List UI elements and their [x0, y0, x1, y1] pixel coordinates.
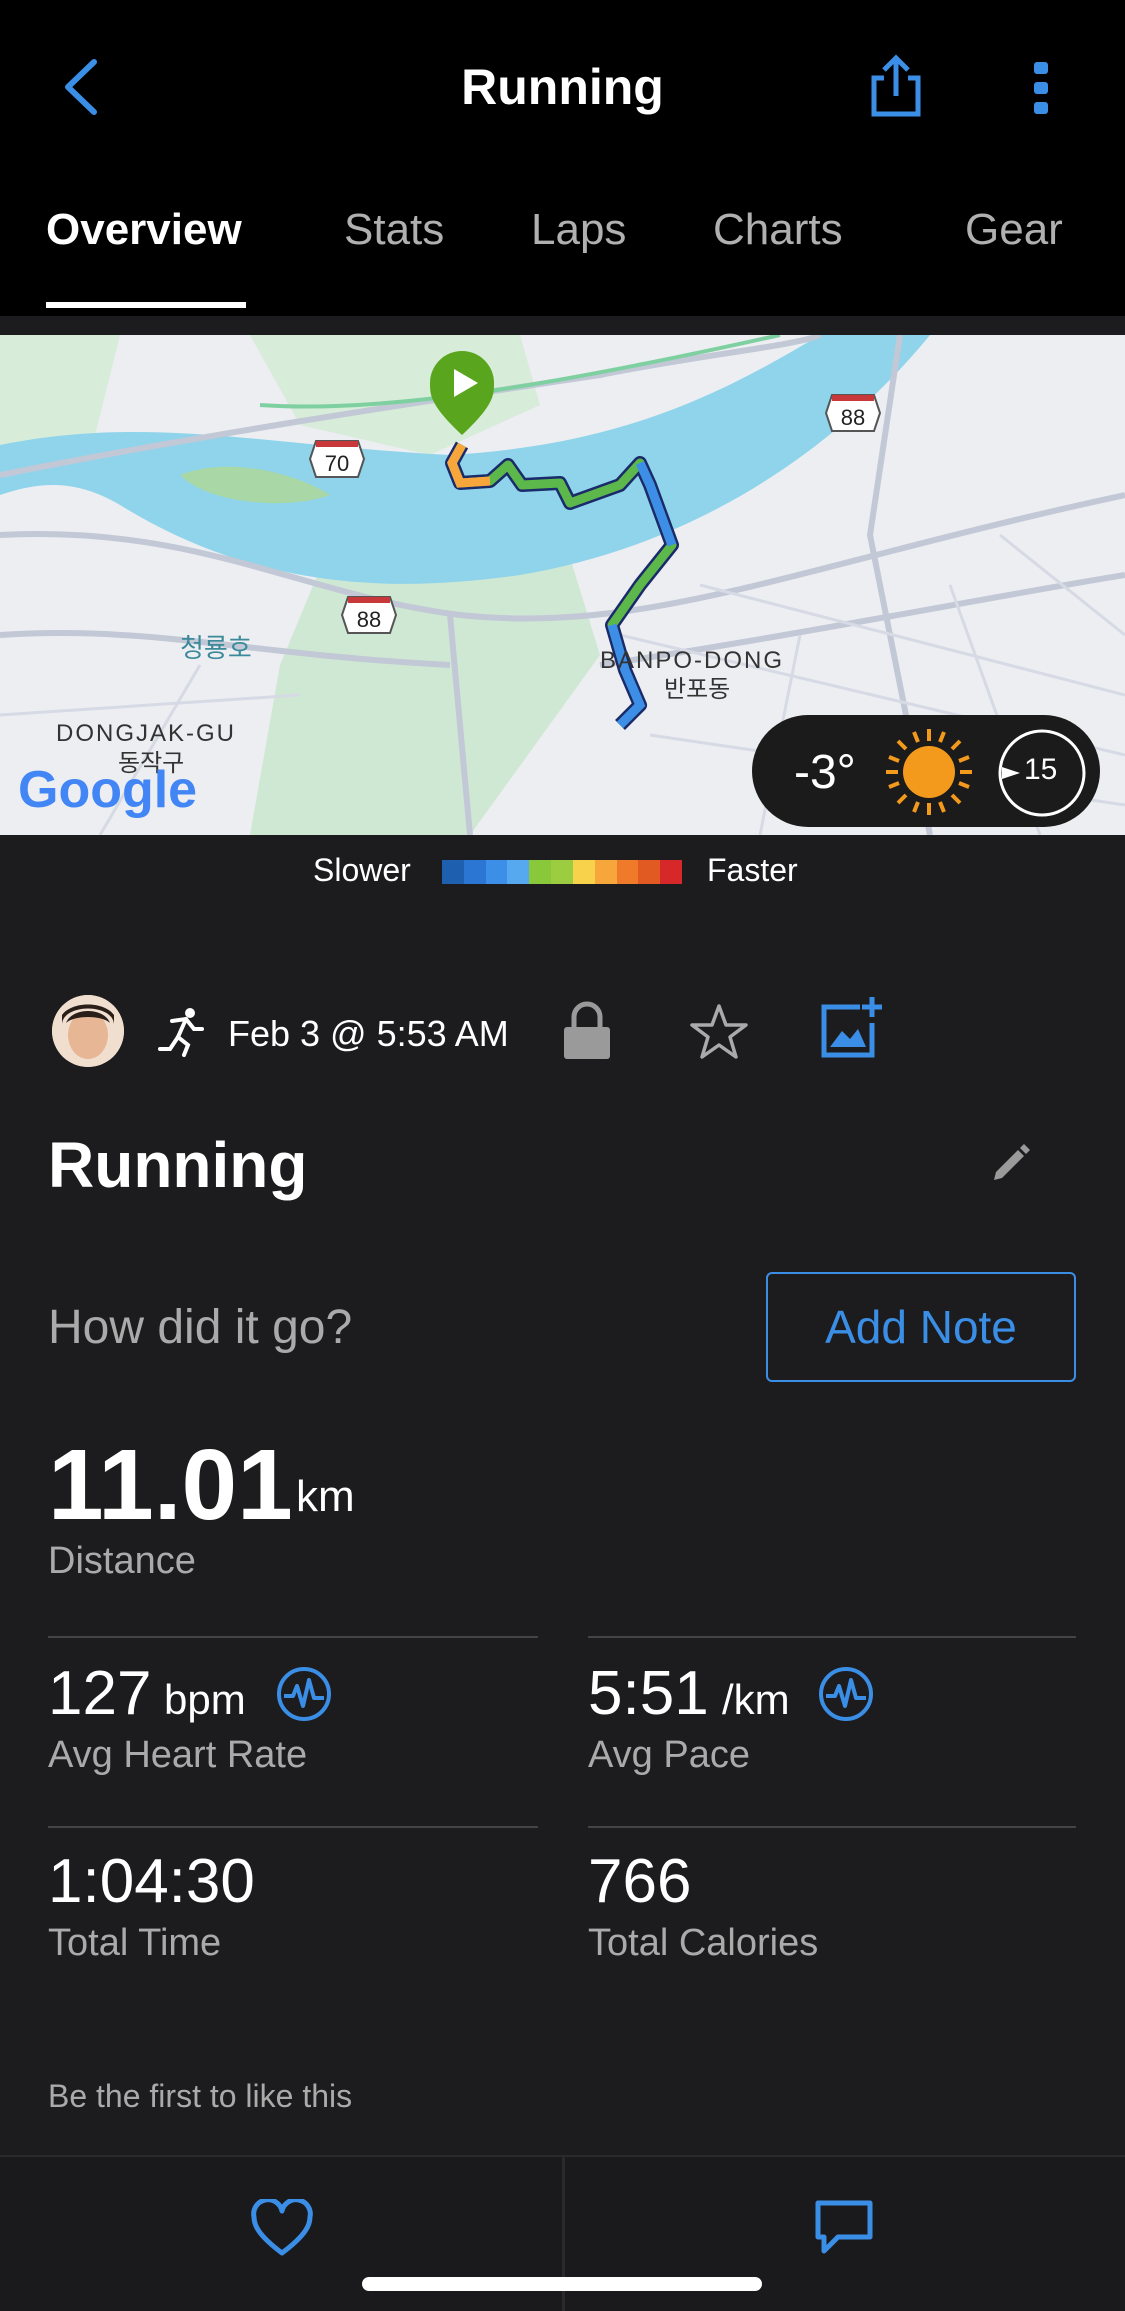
tab-laps[interactable]: Laps	[531, 205, 626, 255]
pace-value: 5:51	[588, 1659, 709, 1728]
sun-icon	[886, 729, 972, 815]
add-photo-icon[interactable]	[820, 995, 886, 1061]
legend-color-swatch	[594, 860, 617, 884]
header-bar: Running Overview Stats Laps Charts Gear	[0, 0, 1125, 316]
pace-unit: /km	[722, 1676, 790, 1723]
google-logo: Google	[18, 761, 197, 819]
pace-gradient-bar	[442, 860, 682, 884]
tab-overview[interactable]: Overview	[46, 205, 242, 255]
note-prompt: How did it go?	[48, 1301, 353, 1354]
legend-color-swatch	[507, 860, 530, 884]
legend-color-swatch	[638, 860, 661, 884]
page-title: Running	[461, 59, 664, 115]
legend-color-swatch	[572, 860, 595, 884]
share-icon[interactable]	[868, 54, 924, 118]
legend-color-swatch	[616, 860, 639, 884]
star-icon[interactable]	[688, 1003, 750, 1061]
divider	[588, 1636, 1076, 1638]
svg-text:70: 70	[325, 451, 349, 476]
heart-rate-unit: bpm	[164, 1676, 246, 1723]
temperature: -3°	[794, 746, 856, 799]
activity-meta-row: Feb 3 @ 5:53 AM	[0, 995, 1125, 1075]
road-shield-88: 88	[824, 394, 882, 432]
avatar[interactable]	[52, 995, 124, 1067]
legend-faster-label: Faster	[707, 852, 798, 888]
activity-title: Running	[48, 1129, 308, 1201]
distance-unit: km	[296, 1472, 355, 1521]
heart-rate-label: Avg Heart Rate	[48, 1734, 308, 1776]
likes-text: Be the first to like this	[48, 2078, 353, 2114]
comment-icon[interactable]	[814, 2197, 874, 2257]
edit-pencil-icon[interactable]	[988, 1142, 1032, 1186]
legend-color-swatch	[660, 860, 682, 884]
calories-value: 766	[588, 1847, 692, 1916]
distance-label: Distance	[48, 1540, 196, 1582]
heart-rate-value: 127	[48, 1659, 152, 1728]
pace-legend: Slower Faster	[0, 848, 1125, 898]
heart-rate-chart-icon[interactable]	[276, 1666, 332, 1722]
weather-badge: -3° 15	[752, 715, 1100, 827]
district-label: DONGJAK-GU	[56, 720, 236, 747]
tab-charts[interactable]: Charts	[713, 205, 843, 255]
active-tab-indicator	[46, 302, 246, 308]
road-shield-88: 88	[340, 596, 398, 634]
neighborhood-kr-label: 반포동	[664, 675, 730, 703]
road-shield-70: 70	[308, 440, 366, 478]
legend-slower-label: Slower	[313, 852, 411, 888]
divider	[48, 1826, 538, 1828]
add-note-button[interactable]: Add Note	[766, 1272, 1076, 1382]
legend-color-swatch	[529, 860, 552, 884]
lock-icon[interactable]	[562, 1001, 612, 1061]
lake-label: 청룡호	[180, 634, 252, 664]
neighborhood-label: BANPO-DONG	[600, 647, 784, 674]
tab-stats[interactable]: Stats	[344, 205, 444, 255]
divider	[588, 1826, 1076, 1828]
more-options-icon[interactable]	[1024, 58, 1060, 118]
total-time-value: 1:04:30	[48, 1847, 255, 1916]
calories-label: Total Calories	[588, 1922, 819, 1964]
total-time-label: Total Time	[48, 1922, 222, 1964]
legend-color-swatch	[442, 860, 464, 884]
tab-bar: Overview Stats Laps Charts Gear	[0, 205, 1125, 315]
like-heart-icon[interactable]	[250, 2199, 314, 2257]
legend-color-swatch	[463, 860, 486, 884]
tab-gear[interactable]: Gear	[965, 205, 1063, 255]
svg-text:88: 88	[841, 405, 865, 430]
activity-date: Feb 3 @ 5:53 AM	[228, 1013, 509, 1054]
wind-speed: 15	[1024, 753, 1058, 786]
legend-color-swatch	[551, 860, 573, 884]
pace-label: Avg Pace	[588, 1734, 750, 1776]
legend-color-swatch	[485, 860, 508, 884]
divider	[48, 1636, 538, 1638]
pace-chart-icon[interactable]	[818, 1666, 874, 1722]
running-icon	[158, 1008, 204, 1057]
distance-value: 11.01	[48, 1429, 293, 1541]
home-indicator	[362, 2277, 762, 2291]
svg-text:88: 88	[357, 607, 381, 632]
